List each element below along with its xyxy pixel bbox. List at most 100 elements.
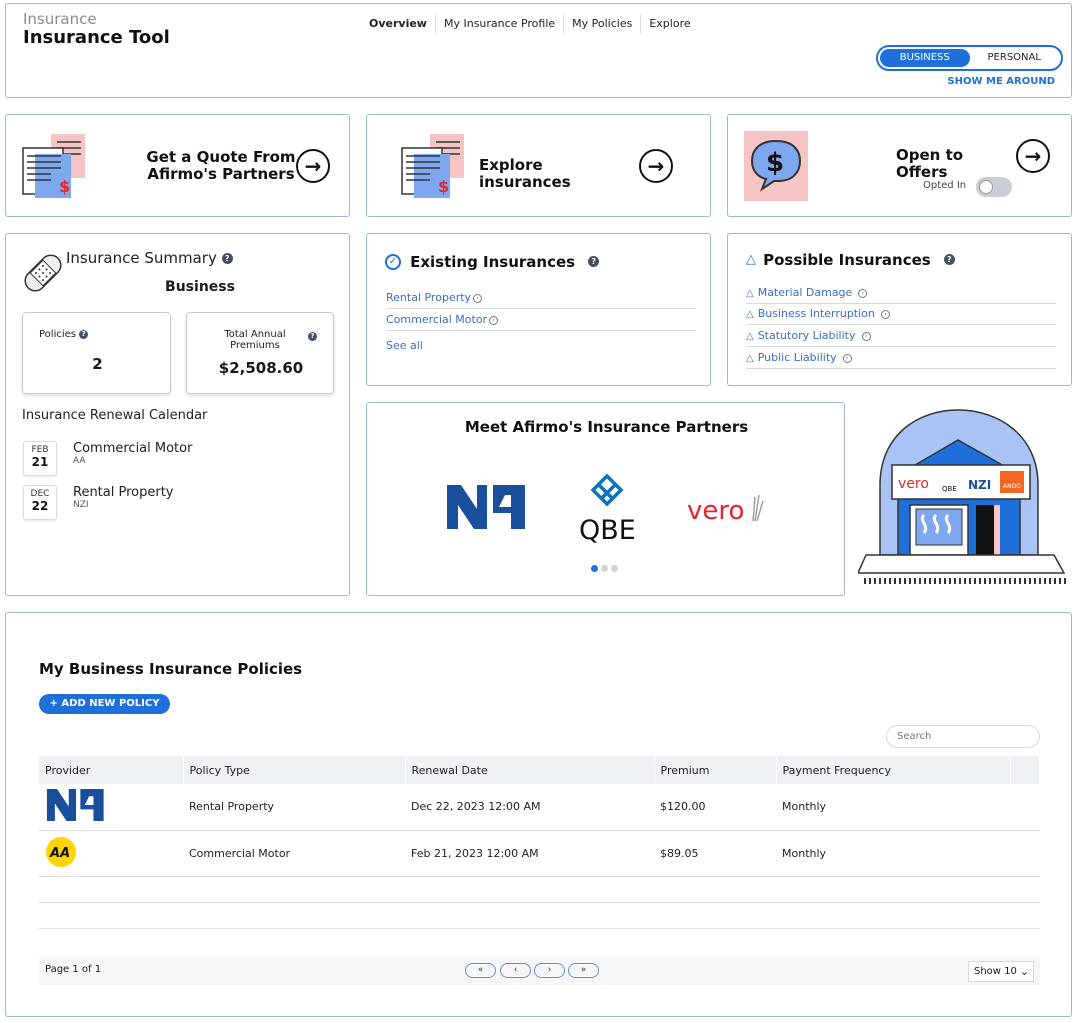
policy-type-cell: Commercial Motor bbox=[183, 830, 405, 877]
column-actions bbox=[1010, 756, 1040, 784]
existing-item-rental-property[interactable]: Rental Property › bbox=[386, 291, 696, 309]
summary-title-text: Insurance Summary bbox=[66, 249, 217, 267]
insurance-shop-illustration: vero QBE NZI ANDO bbox=[858, 409, 1068, 584]
brand-title: Insurance Tool bbox=[23, 27, 170, 48]
nav-explore[interactable]: Explore bbox=[641, 14, 698, 34]
explore-card-title: Explore insurances bbox=[479, 156, 571, 191]
prev-page-button[interactable]: ‹ bbox=[500, 963, 531, 978]
last-page-button[interactable]: » bbox=[568, 963, 599, 978]
possible-item-label: Public Liability bbox=[757, 351, 837, 364]
column-payment-frequency[interactable]: Payment Frequency bbox=[776, 756, 1011, 784]
quote-card-title: Get a Quote From Afirmo's Partners bbox=[146, 149, 296, 183]
column-provider[interactable]: Provider bbox=[39, 756, 184, 784]
policies-help-icon[interactable]: ? bbox=[79, 329, 89, 339]
nav-overview[interactable]: Overview bbox=[361, 14, 436, 34]
calendar-item-title: Rental Property bbox=[73, 485, 174, 500]
column-premium[interactable]: Premium bbox=[654, 756, 777, 784]
possible-help-icon[interactable]: ? bbox=[943, 254, 955, 265]
existing-item-label: Rental Property bbox=[386, 291, 472, 304]
calendar-month: DEC bbox=[30, 489, 50, 499]
table-row[interactable]: AA Commercial Motor Feb 21, 2023 12:00 A… bbox=[39, 830, 1040, 877]
top-nav: Overview My Insurance Profile My Policie… bbox=[361, 14, 699, 34]
check-circle-icon: ✓ bbox=[385, 253, 401, 270]
carousel-dot-active[interactable] bbox=[591, 565, 598, 572]
existing-item-commercial-motor[interactable]: Commercial Motor › bbox=[386, 313, 696, 331]
opted-in-label: Opted In bbox=[923, 180, 967, 191]
premiums-stat-value: $2,508.60 bbox=[218, 359, 304, 377]
policy-search-input[interactable] bbox=[886, 725, 1040, 748]
policies-table: Provider Policy Type Renewal Date Premiu… bbox=[39, 756, 1040, 929]
calendar-item-provider: NZI bbox=[73, 500, 89, 510]
svg-text:$: $ bbox=[766, 148, 784, 178]
calendar-item[interactable]: FEB 21 Commercial Motor AA bbox=[23, 441, 192, 476]
column-renewal-date[interactable]: Renewal Date bbox=[405, 756, 655, 784]
existing-help-icon[interactable]: ? bbox=[588, 256, 600, 267]
policy-type-cell: Rental Property bbox=[183, 784, 405, 831]
shop-sign-qbe: QBE bbox=[942, 485, 957, 493]
first-page-button[interactable]: « bbox=[465, 963, 496, 978]
page-info: Page 1 of 1 bbox=[45, 964, 102, 975]
table-pagination: Page 1 of 1 « ‹ › » Show 10 ⌄ bbox=[39, 957, 1040, 985]
policies-stat-label: Policies ? bbox=[39, 329, 89, 340]
existing-title: Existing Insurances bbox=[410, 252, 576, 271]
vero-logo-text: vero bbox=[687, 496, 744, 526]
partners-title: Meet Afirmo's Insurance Partners bbox=[464, 418, 749, 436]
qbe-logo-icon[interactable]: QBE bbox=[577, 473, 637, 543]
nav-my-policies[interactable]: My Policies bbox=[564, 14, 642, 34]
circle-arrow-icon: › bbox=[489, 315, 499, 325]
premiums-stat-box: Total Annual Premiums ? $2,508.60 bbox=[186, 312, 334, 394]
policies-stat-label-text: Policies bbox=[39, 329, 76, 340]
table-header-row: Provider Policy Type Renewal Date Premiu… bbox=[39, 756, 1040, 784]
nav-insurance-profile[interactable]: My Insurance Profile bbox=[436, 14, 565, 34]
show-me-around-link[interactable]: SHOW ME AROUND bbox=[947, 76, 1055, 87]
possible-item-label: Material Damage bbox=[757, 286, 853, 299]
explore-insurances-card[interactable]: $ Explore insurances → bbox=[366, 114, 711, 217]
insurance-summary-card: Insurance Summary ? Business Policies ? … bbox=[5, 233, 350, 596]
next-page-button[interactable]: › bbox=[534, 963, 565, 978]
nzi-logo-icon[interactable] bbox=[447, 485, 527, 529]
premiums-label-line2: Premiums bbox=[230, 340, 280, 351]
existing-header: ✓ Existing Insurances ? bbox=[385, 251, 600, 271]
business-toggle-button[interactable]: BUSINESS bbox=[880, 49, 970, 67]
possible-item-public-liability[interactable]: △ Public Liability › bbox=[746, 351, 1056, 369]
get-quote-card[interactable]: $ Get a Quote From Afirmo's Partners → bbox=[5, 114, 350, 217]
possible-item-business-interruption[interactable]: △ Business Interruption › bbox=[746, 307, 1056, 325]
premium-cell: $89.05 bbox=[654, 830, 776, 877]
carousel-dot[interactable] bbox=[611, 565, 618, 572]
calendar-item-provider: AA bbox=[73, 456, 86, 466]
triangle-icon: △ bbox=[746, 331, 754, 342]
svg-text:$: $ bbox=[59, 177, 70, 196]
quote-card-title-line1: Get a Quote From bbox=[146, 148, 296, 166]
see-all-link[interactable]: See all bbox=[386, 339, 423, 352]
policies-title: My Business Insurance Policies bbox=[39, 660, 303, 678]
offers-arrow-right-icon[interactable]: → bbox=[1016, 139, 1050, 173]
actions-cell bbox=[1010, 830, 1040, 877]
carousel-dot[interactable] bbox=[601, 565, 608, 572]
nzi-provider-logo-icon bbox=[46, 789, 104, 822]
switch-knob bbox=[979, 180, 993, 194]
empty-row bbox=[39, 876, 1040, 903]
policies-stat-value: 2 bbox=[92, 355, 103, 373]
explore-arrow-right-icon[interactable]: → bbox=[639, 149, 673, 183]
vero-logo-icon[interactable]: vero bbox=[687, 491, 767, 527]
summary-help-icon[interactable]: ? bbox=[221, 253, 233, 264]
column-policy-type[interactable]: Policy Type bbox=[183, 756, 406, 784]
premiums-help-icon[interactable]: ? bbox=[308, 332, 317, 341]
possible-item-statutory-liability[interactable]: △ Statutory Liability › bbox=[746, 329, 1056, 347]
page-size-select[interactable]: Show 10 ⌄ bbox=[968, 961, 1034, 982]
quote-arrow-right-icon[interactable]: → bbox=[296, 149, 330, 183]
table-row[interactable]: Rental Property Dec 22, 2023 12:00 AM $1… bbox=[39, 784, 1040, 831]
opted-in-switch[interactable] bbox=[976, 177, 1012, 197]
possible-item-material-damage[interactable]: △ Material Damage › bbox=[746, 286, 1056, 304]
calendar-item[interactable]: DEC 22 Rental Property NZI bbox=[23, 485, 174, 520]
partners-card: Meet Afirmo's Insurance Partners QBE ver… bbox=[366, 402, 845, 596]
svg-text:$: $ bbox=[438, 177, 449, 196]
possible-header: △ Possible Insurances ? bbox=[746, 249, 955, 269]
renewal-date-cell: Dec 22, 2023 12:00 AM bbox=[405, 784, 654, 831]
add-new-policy-button[interactable]: + ADD NEW POLICY bbox=[39, 694, 170, 714]
open-to-offers-card: $ Open to Offers → Opted In bbox=[727, 114, 1072, 217]
personal-toggle-button[interactable]: PERSONAL bbox=[970, 49, 1060, 67]
circle-arrow-icon: › bbox=[880, 309, 890, 319]
existing-insurances-card: ✓ Existing Insurances ? Rental Property ›… bbox=[366, 233, 711, 386]
page-size-label: Show 10 bbox=[974, 966, 1017, 977]
